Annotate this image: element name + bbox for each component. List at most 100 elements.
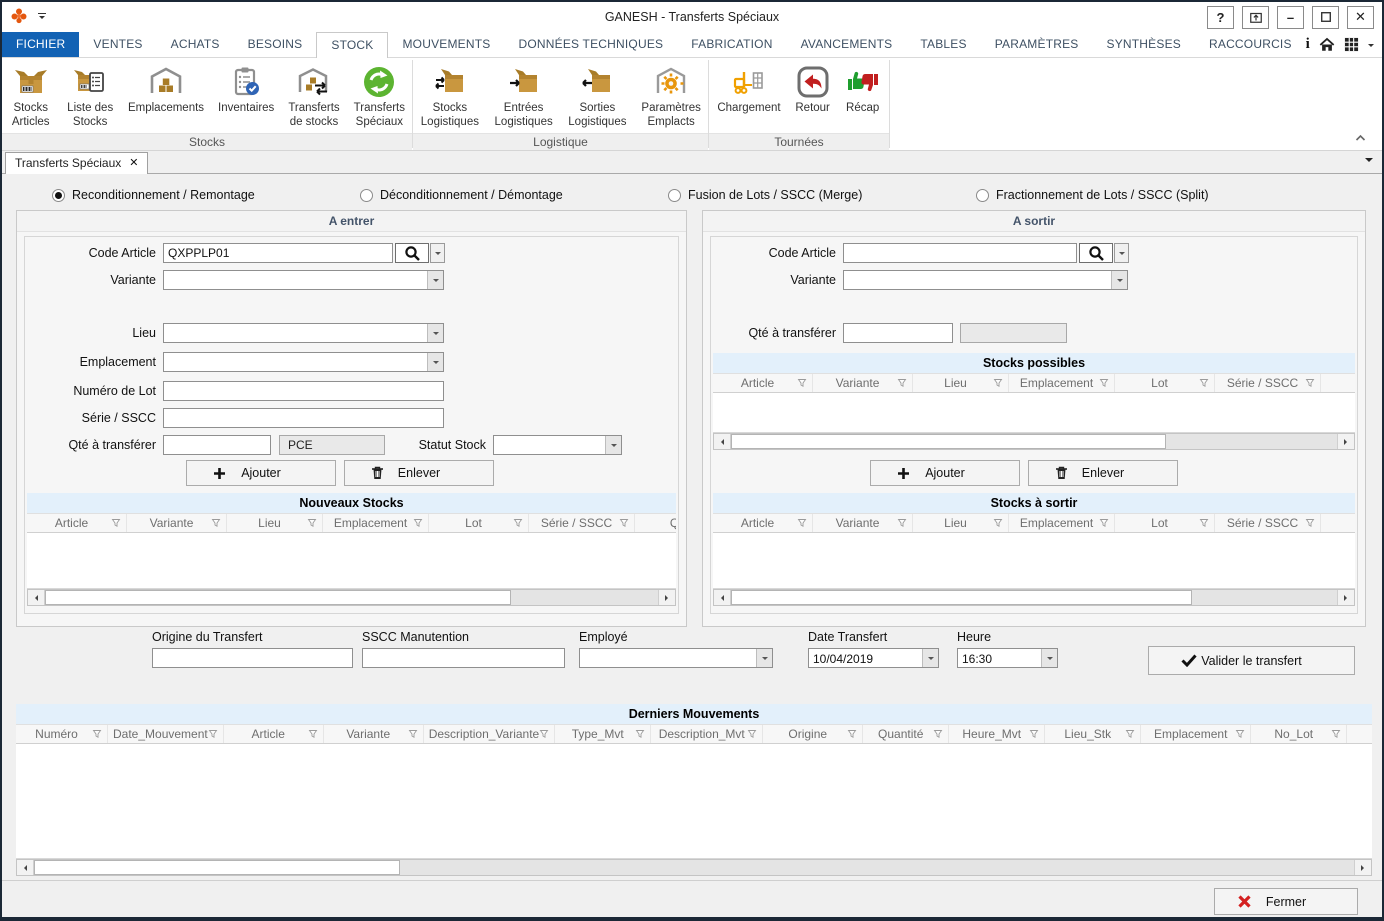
column-header[interactable]: Lieu_Stk bbox=[1045, 725, 1141, 743]
column-header[interactable]: Série / SSCC bbox=[1215, 374, 1321, 392]
scrollbar-thumb[interactable] bbox=[34, 860, 400, 875]
radio-fusion-lots[interactable]: Fusion de Lots / SSCC (Merge) bbox=[668, 188, 862, 202]
column-header[interactable]: Article bbox=[713, 514, 813, 532]
ribbon-transferts-de-stocks[interactable]: Transferts de stocks bbox=[281, 61, 346, 131]
filter-funnel-icon[interactable] bbox=[619, 518, 629, 528]
ribbon-chargement[interactable]: Chargement bbox=[710, 61, 787, 117]
heure-combo[interactable]: 16:30 bbox=[957, 648, 1058, 668]
filter-funnel-icon[interactable] bbox=[847, 729, 857, 739]
sscc-manutention-input[interactable] bbox=[362, 648, 565, 668]
radio-fractionnement-lots[interactable]: Fractionnement de Lots / SSCC (Split) bbox=[976, 188, 1209, 202]
column-header[interactable]: Emplacement bbox=[1009, 514, 1115, 532]
column-header[interactable]: Lieu bbox=[227, 514, 323, 532]
minimize-button[interactable]: – bbox=[1277, 6, 1304, 29]
filter-funnel-icon[interactable] bbox=[539, 729, 549, 739]
column-header[interactable]: No bbox=[1347, 725, 1372, 743]
column-header[interactable]: Lieu bbox=[913, 374, 1009, 392]
qte-input[interactable] bbox=[163, 435, 271, 455]
chevron-down-icon[interactable] bbox=[1368, 44, 1374, 50]
column-header[interactable]: Variante bbox=[813, 514, 913, 532]
filter-funnel-icon[interactable] bbox=[1029, 729, 1039, 739]
column-header[interactable]: Description_Variante bbox=[424, 725, 556, 743]
filter-funnel-icon[interactable] bbox=[993, 378, 1003, 388]
filter-funnel-icon[interactable] bbox=[897, 378, 907, 388]
employe-combo[interactable] bbox=[579, 648, 773, 668]
filter-funnel-icon[interactable] bbox=[1235, 729, 1245, 739]
tab-avancements[interactable]: AVANCEMENTS bbox=[787, 32, 907, 57]
ribbon-parametres-emplacts[interactable]: Paramètres Emplacts bbox=[634, 61, 708, 131]
column-header[interactable]: Q bbox=[1321, 514, 1355, 532]
scroll-right-icon[interactable] bbox=[658, 590, 675, 605]
ribbon-stocks-logistiques[interactable]: Stocks Logistiques bbox=[413, 61, 487, 131]
scrollbar-thumb[interactable] bbox=[731, 590, 1192, 605]
filter-funnel-icon[interactable] bbox=[211, 518, 221, 528]
table-body[interactable] bbox=[16, 744, 1372, 859]
filter-funnel-icon[interactable] bbox=[308, 729, 318, 739]
column-header[interactable]: Article bbox=[27, 514, 127, 532]
column-header[interactable]: Description_Mvt bbox=[651, 725, 763, 743]
table-body[interactable] bbox=[713, 393, 1355, 433]
filter-funnel-icon[interactable] bbox=[92, 729, 102, 739]
radio-reconditionnement[interactable]: Reconditionnement / Remontage bbox=[52, 188, 255, 202]
filter-funnel-icon[interactable] bbox=[1125, 729, 1135, 739]
code-article-out-input[interactable] bbox=[843, 243, 1077, 263]
valider-transfert-button[interactable]: Valider le transfert bbox=[1148, 646, 1355, 675]
calculator-grid-icon[interactable] bbox=[1344, 37, 1359, 52]
tab-ventes[interactable]: VENTES bbox=[79, 32, 156, 57]
help-button[interactable]: ? bbox=[1207, 6, 1234, 29]
ribbon-sorties-logistiques[interactable]: Sorties Logistiques bbox=[561, 61, 635, 131]
filter-funnel-icon[interactable] bbox=[208, 729, 218, 739]
code-article-dropdown[interactable] bbox=[430, 243, 445, 263]
radio-deconditionnement[interactable]: Déconditionnement / Démontage bbox=[360, 188, 563, 202]
filter-funnel-icon[interactable] bbox=[1305, 518, 1315, 528]
ribbon-recap[interactable]: Récap bbox=[838, 61, 888, 117]
ribbon-liste-des-stocks[interactable]: Liste des Stocks bbox=[59, 61, 121, 131]
tab-donnees-techniques[interactable]: DONNÉES TECHNIQUES bbox=[505, 32, 678, 57]
tab-parametres[interactable]: PARAMÈTRES bbox=[981, 32, 1093, 57]
home-icon[interactable] bbox=[1319, 37, 1335, 52]
column-header[interactable]: Lieu bbox=[913, 514, 1009, 532]
column-header[interactable]: Origine bbox=[763, 725, 863, 743]
enlever-out-button[interactable]: Enlever bbox=[1028, 460, 1178, 486]
tab-besoins[interactable]: BESOINS bbox=[234, 32, 317, 57]
tab-raccourcis[interactable]: RACCOURCIS bbox=[1195, 32, 1306, 57]
document-tab-transferts-speciaux[interactable]: Transferts Spéciaux ✕ bbox=[5, 152, 148, 174]
column-header[interactable]: Lot bbox=[1115, 374, 1215, 392]
scroll-left-icon[interactable] bbox=[17, 860, 34, 875]
tab-list-dropdown-icon[interactable] bbox=[1365, 158, 1373, 166]
code-article-input[interactable] bbox=[163, 243, 393, 263]
scroll-right-icon[interactable] bbox=[1337, 590, 1354, 605]
filter-funnel-icon[interactable] bbox=[413, 518, 423, 528]
filter-funnel-icon[interactable] bbox=[897, 518, 907, 528]
collapse-ribbon-icon[interactable] bbox=[1355, 131, 1366, 145]
filter-funnel-icon[interactable] bbox=[1099, 518, 1109, 528]
filter-funnel-icon[interactable] bbox=[1305, 378, 1315, 388]
ribbon-retour[interactable]: Retour bbox=[788, 61, 838, 117]
lieu-combo[interactable] bbox=[163, 323, 444, 343]
scrollbar-thumb[interactable] bbox=[45, 590, 511, 605]
serie-sscc-input[interactable] bbox=[163, 408, 444, 428]
column-header[interactable]: Lot bbox=[429, 514, 529, 532]
statut-stock-combo[interactable] bbox=[493, 435, 622, 455]
filter-funnel-icon[interactable] bbox=[797, 518, 807, 528]
maximize-button[interactable] bbox=[1312, 6, 1339, 29]
emplacement-combo[interactable] bbox=[163, 352, 444, 372]
column-header[interactable]: Variante bbox=[813, 374, 913, 392]
filter-funnel-icon[interactable] bbox=[747, 729, 757, 739]
tab-stock[interactable]: STOCK bbox=[316, 32, 388, 58]
column-header[interactable]: Heure_Mvt bbox=[949, 725, 1045, 743]
enlever-button[interactable]: Enlever bbox=[344, 460, 494, 486]
ribbon-emplacements[interactable]: Emplacements bbox=[121, 61, 211, 117]
horizontal-scrollbar[interactable] bbox=[16, 859, 1372, 876]
filter-funnel-icon[interactable] bbox=[635, 729, 645, 739]
table-body[interactable] bbox=[713, 533, 1355, 589]
fermer-button[interactable]: Fermer bbox=[1214, 888, 1358, 915]
column-header[interactable]: Type_Mvt bbox=[555, 725, 651, 743]
ajouter-out-button[interactable]: Ajouter bbox=[870, 460, 1020, 486]
filter-funnel-icon[interactable] bbox=[513, 518, 523, 528]
column-header[interactable]: Série / SSCC bbox=[529, 514, 635, 532]
horizontal-scrollbar[interactable] bbox=[713, 433, 1355, 450]
column-header[interactable]: No_Lot bbox=[1251, 725, 1347, 743]
tab-fichier[interactable]: FICHIER bbox=[2, 32, 79, 57]
column-header[interactable]: Série / SSCC bbox=[1215, 514, 1321, 532]
